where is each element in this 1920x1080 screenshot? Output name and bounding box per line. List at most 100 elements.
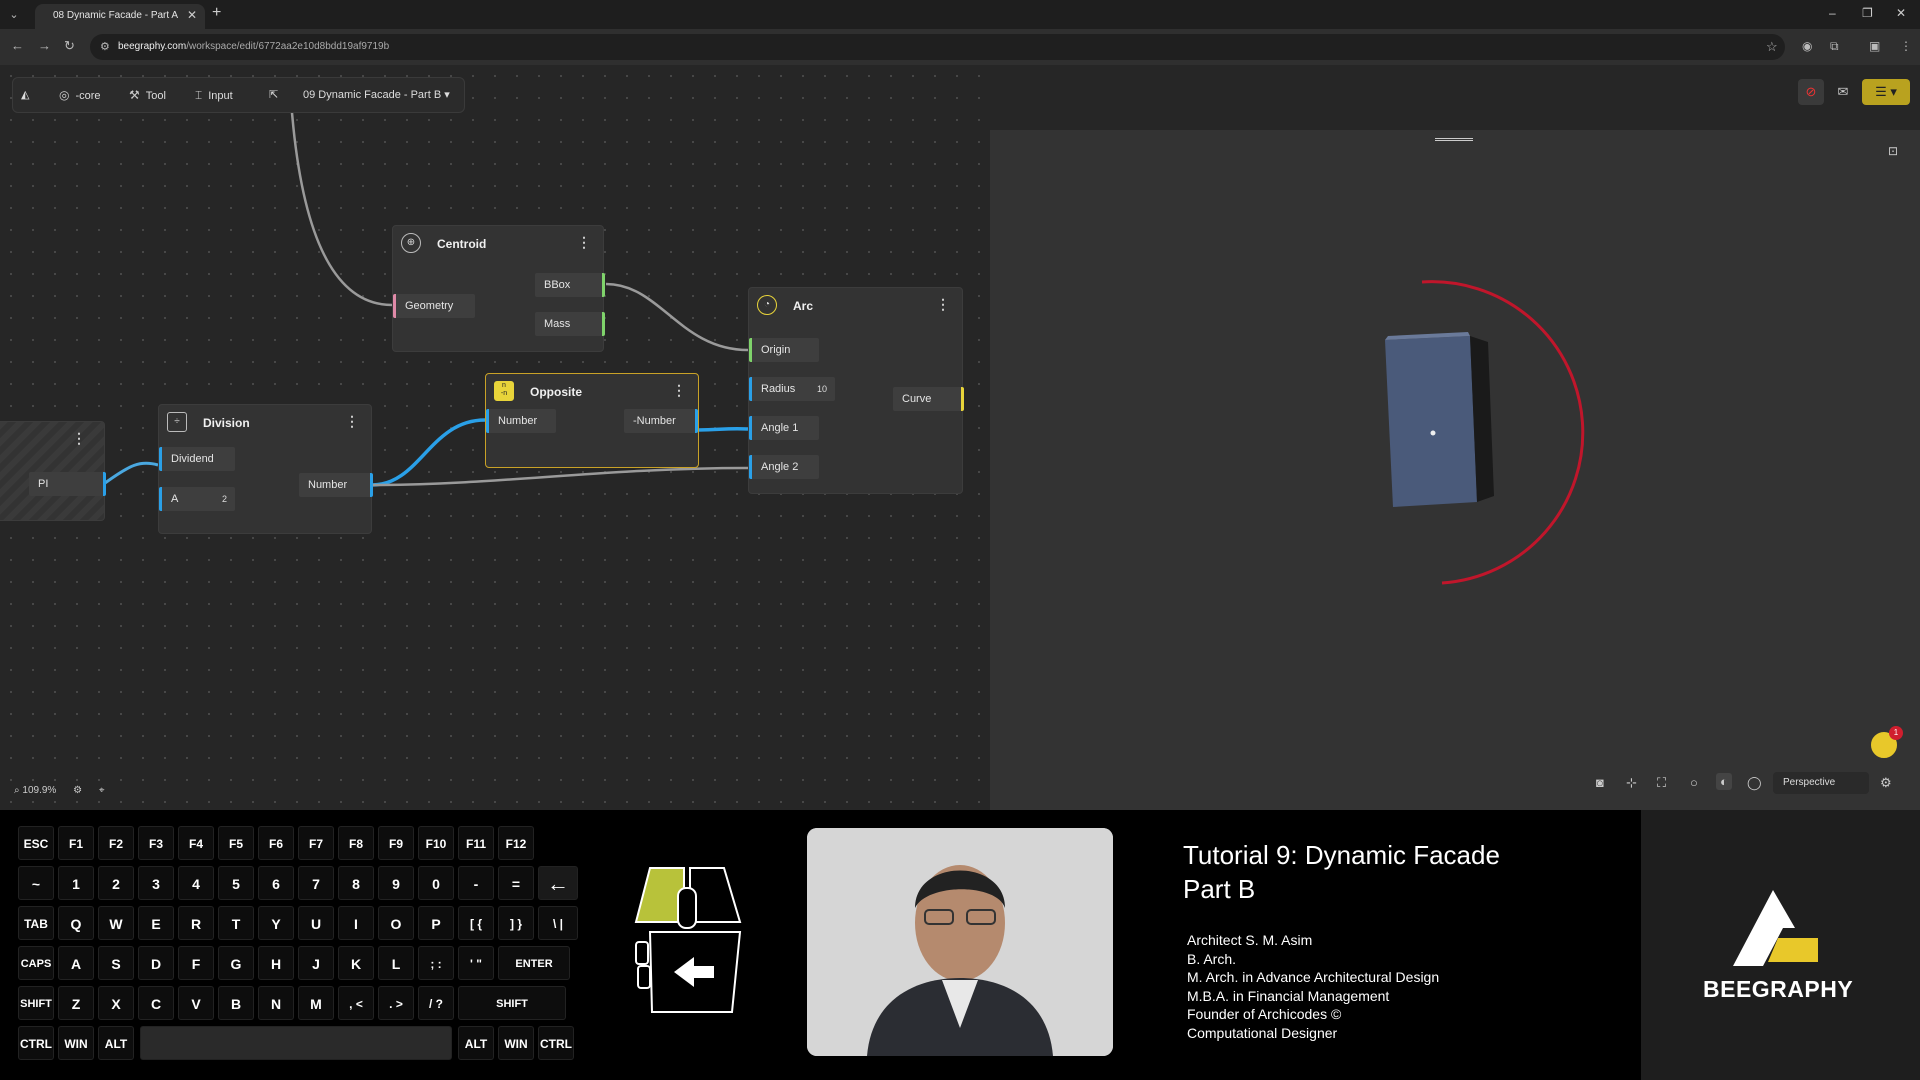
- node-menu-icon[interactable]: ⋮: [936, 296, 950, 313]
- input-menu[interactable]: ⌶ Input: [195, 88, 233, 103]
- url-text: beegraphy.com/workspace/edit/6772aa2e10d…: [118, 41, 390, 52]
- key: M: [298, 986, 334, 1020]
- focus-icon[interactable]: ⌖: [99, 785, 105, 796]
- node-canvas[interactable]: ◭ ◎ -core ⚒ Tool ⌶ Input ⇱ 09 Dynamic Facad…: [0, 65, 990, 810]
- node-header: n -n Opposite ⋮: [486, 374, 698, 408]
- camera-icon[interactable]: ◙: [1596, 775, 1604, 790]
- key: V: [178, 986, 214, 1020]
- back-icon[interactable]: ←: [11, 38, 24, 53]
- tab-close-icon[interactable]: ✕: [187, 8, 197, 22]
- camera-mode-select[interactable]: Perspective: [1773, 772, 1869, 794]
- core-menu[interactable]: ◎ -core: [59, 88, 101, 102]
- shading-wire-icon[interactable]: ○: [1690, 775, 1698, 790]
- project-selector[interactable]: 09 Dynamic Facade - Part B ▾: [303, 88, 450, 101]
- key: ENTER: [498, 946, 570, 980]
- port-dividend[interactable]: Dividend: [159, 447, 235, 471]
- port-negative-number[interactable]: -Number: [624, 409, 698, 433]
- 3d-viewport[interactable]: ⊡: [990, 130, 1920, 810]
- port-number-out[interactable]: Number: [299, 473, 373, 497]
- fullscreen-icon[interactable]: ⛶: [1657, 775, 1666, 791]
- tool-menu[interactable]: ⚒ Tool: [129, 88, 166, 102]
- port-radius[interactable]: Radius 10: [749, 377, 835, 401]
- node-arc[interactable]: ◔ Arc ⋮ Origin Radius 10 Angle 1 Angle 2 …: [748, 287, 964, 494]
- key: 8: [338, 866, 374, 900]
- node-header: ◔ Arc ⋮: [749, 288, 962, 322]
- shading-solid-icon[interactable]: ◐: [1716, 773, 1732, 790]
- tab-search-icon[interactable]: ⌄: [4, 6, 24, 24]
- key: D: [138, 946, 174, 980]
- key: 0: [418, 866, 454, 900]
- port-bbox[interactable]: BBox: [535, 273, 605, 297]
- key: SHIFT: [18, 986, 54, 1020]
- key: -: [458, 866, 494, 900]
- key: X: [98, 986, 134, 1020]
- key: E: [138, 906, 174, 940]
- zoom-icon[interactable]: ⌕: [14, 785, 20, 796]
- orbit-icon[interactable]: ⊹: [1626, 775, 1637, 791]
- key: [ {: [458, 906, 494, 940]
- key: 7: [298, 866, 334, 900]
- radius-value[interactable]: 10: [817, 377, 827, 401]
- key: 9: [378, 866, 414, 900]
- close-window-icon[interactable]: ✕: [1896, 6, 1906, 20]
- share-icon[interactable]: ⇱: [269, 88, 278, 101]
- key: F8: [338, 826, 374, 860]
- port-origin[interactable]: Origin: [749, 338, 819, 362]
- site-info-icon[interactable]: ⚙: [100, 40, 110, 53]
- comments-icon[interactable]: ✉: [1830, 79, 1856, 105]
- key: F11: [458, 826, 494, 860]
- extensions-puzzle-icon[interactable]: ⧉: [1830, 39, 1839, 54]
- shading-ghost-icon[interactable]: ◯: [1747, 775, 1762, 791]
- node-menu-icon[interactable]: ⋮: [577, 234, 591, 251]
- node-menu-icon[interactable]: ⋮: [345, 413, 359, 430]
- browser-menu-icon[interactable]: ⋮: [1900, 39, 1912, 53]
- browser-tab[interactable]: 08 Dynamic Facade - Part A ✕: [35, 4, 205, 29]
- key: F6: [258, 826, 294, 860]
- logo-menu-icon[interactable]: ◭: [21, 88, 29, 101]
- port-curve[interactable]: Curve: [893, 387, 964, 411]
- profile-icon[interactable]: ▣: [1869, 39, 1880, 53]
- key: R: [178, 906, 214, 940]
- url-field[interactable]: ⚙ beegraphy.com/workspace/edit/6772aa2e1…: [90, 34, 1785, 60]
- node-centroid[interactable]: ⊕ Centroid ⋮ Geometry BBox Mass: [392, 225, 605, 352]
- minimize-icon[interactable]: –: [1829, 6, 1836, 20]
- key: ~: [18, 866, 54, 900]
- key: CTRL: [538, 1026, 574, 1060]
- panel-settings-icon[interactable]: ☰ ▾: [1862, 79, 1910, 105]
- key: Z: [58, 986, 94, 1020]
- port-geometry[interactable]: Geometry: [393, 294, 475, 318]
- zoom-level[interactable]: 109.9%: [22, 785, 56, 796]
- viewport-settings-icon[interactable]: ⚙: [1880, 775, 1892, 791]
- port-pi[interactable]: PI: [29, 472, 106, 496]
- key: ' ": [458, 946, 494, 980]
- bookmark-star-icon[interactable]: ☆: [1766, 39, 1778, 55]
- a-value[interactable]: 2: [222, 487, 227, 511]
- reload-icon[interactable]: ↻: [64, 38, 75, 54]
- new-tab-button[interactable]: +: [212, 4, 221, 22]
- key: F: [178, 946, 214, 980]
- node-menu-icon[interactable]: ⋮: [672, 382, 686, 399]
- port-number-in[interactable]: Number: [486, 409, 556, 433]
- node-pi[interactable]: ⋮ PI: [0, 421, 106, 521]
- tool-icon: ⚒: [129, 88, 140, 102]
- beegraphy-app: ◭ ◎ -core ⚒ Tool ⌶ Input ⇱ 09 Dynamic Facad…: [0, 65, 1920, 810]
- key: F4: [178, 826, 214, 860]
- node-menu-icon[interactable]: ⋮: [72, 430, 86, 447]
- port-a[interactable]: A2: [159, 487, 235, 511]
- user-presence-icon[interactable]: ⊘: [1798, 79, 1824, 105]
- extension-icon[interactable]: ◉: [1802, 39, 1812, 53]
- key: =: [498, 866, 534, 900]
- node-opposite[interactable]: n -n Opposite ⋮ Number -Number: [485, 373, 699, 468]
- port-angle-2[interactable]: Angle 2: [749, 455, 819, 479]
- forward-icon[interactable]: →: [38, 38, 51, 53]
- key: G: [218, 946, 254, 980]
- assistant-icon[interactable]: 1: [1869, 726, 1903, 760]
- restore-icon[interactable]: ❐: [1862, 6, 1873, 20]
- settings-icon[interactable]: ⚙: [73, 785, 82, 796]
- port-mass[interactable]: Mass: [535, 312, 605, 336]
- key: WIN: [498, 1026, 534, 1060]
- port-angle-1[interactable]: Angle 1: [749, 416, 819, 440]
- key: S: [98, 946, 134, 980]
- key: F9: [378, 826, 414, 860]
- node-division[interactable]: ÷ Division ⋮ Dividend A2 Number: [158, 404, 373, 534]
